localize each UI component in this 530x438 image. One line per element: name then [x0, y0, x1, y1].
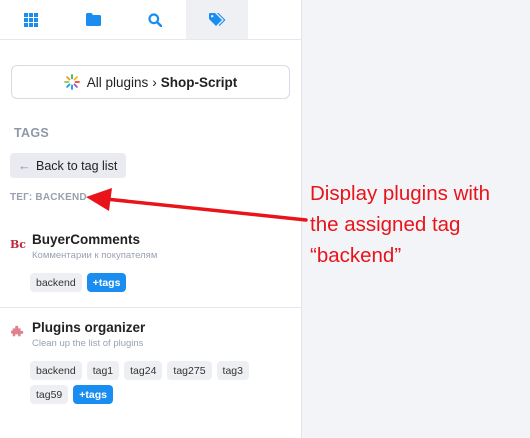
- back-to-tag-list-button[interactable]: ← Back to tag list: [10, 153, 127, 178]
- tag-icon: [208, 12, 225, 26]
- plugin-tags: backend +tags: [30, 273, 270, 297]
- active-tag-filter-label: ТЕГ: BACKEND: [10, 192, 87, 203]
- grid-icon: [24, 12, 38, 27]
- annotation-line: Display plugins with: [310, 182, 491, 205]
- nav-folders-button[interactable]: [62, 0, 124, 39]
- plugin-description: Комментарии к покупателям: [32, 250, 158, 261]
- tag-chip[interactable]: tag59: [30, 385, 69, 404]
- add-tags-button[interactable]: +tags: [86, 273, 127, 292]
- tags-section-title: TAGS: [14, 126, 49, 140]
- annotation-line: “backend”: [310, 244, 402, 267]
- nav-search-button[interactable]: [124, 0, 186, 39]
- back-button-label: Back to tag list: [36, 158, 118, 173]
- tag-chip[interactable]: tag275: [167, 361, 212, 380]
- plugin-name[interactable]: BuyerComments: [32, 232, 140, 247]
- search-icon: [148, 12, 162, 27]
- top-nav: [0, 0, 302, 40]
- plugin-name[interactable]: Plugins organizer: [32, 320, 145, 335]
- folder-icon: [85, 13, 101, 26]
- plugin-scope-selector[interactable]: All plugins › Shop-Script: [11, 65, 290, 99]
- plugin-tags: backend tag1 tag24 tag275 tag3 tag59 +ta…: [30, 361, 270, 409]
- add-tags-button[interactable]: +tags: [73, 385, 114, 404]
- plugin-item-plugins-organizer[interactable]: Plugins organizer Clean up the list of p…: [0, 316, 301, 416]
- tag-chip[interactable]: backend: [30, 273, 82, 292]
- svg-text:Bc: Bc: [10, 238, 26, 250]
- nav-tags-button[interactable]: [186, 0, 248, 39]
- installer-logo-icon: [63, 74, 80, 90]
- plugin-item-buyercomments[interactable]: Bc BuyerComments Комментарии к покупател…: [0, 228, 301, 308]
- tag-chip[interactable]: tag3: [216, 361, 249, 380]
- tag-chip[interactable]: tag1: [86, 361, 120, 380]
- nav-apps-button[interactable]: [0, 0, 62, 39]
- annotation-callout: Display plugins with the assigned tag “b…: [310, 178, 528, 271]
- buyercomments-icon: Bc: [10, 238, 26, 250]
- tag-chip[interactable]: tag24: [124, 361, 163, 380]
- plugin-description: Clean up the list of plugins: [32, 338, 144, 349]
- puzzle-icon: [11, 325, 24, 337]
- arrow-left-icon: ←: [18, 158, 31, 173]
- tag-chip[interactable]: backend: [30, 361, 82, 380]
- annotation-line: the assigned tag: [310, 213, 461, 236]
- all-plugins-link[interactable]: All plugins: [87, 75, 149, 90]
- sidebar: All plugins › Shop-Script TAGS ← Back to…: [0, 0, 302, 438]
- breadcrumb-separator: ›: [152, 74, 157, 90]
- current-app-label: Shop-Script: [160, 74, 238, 90]
